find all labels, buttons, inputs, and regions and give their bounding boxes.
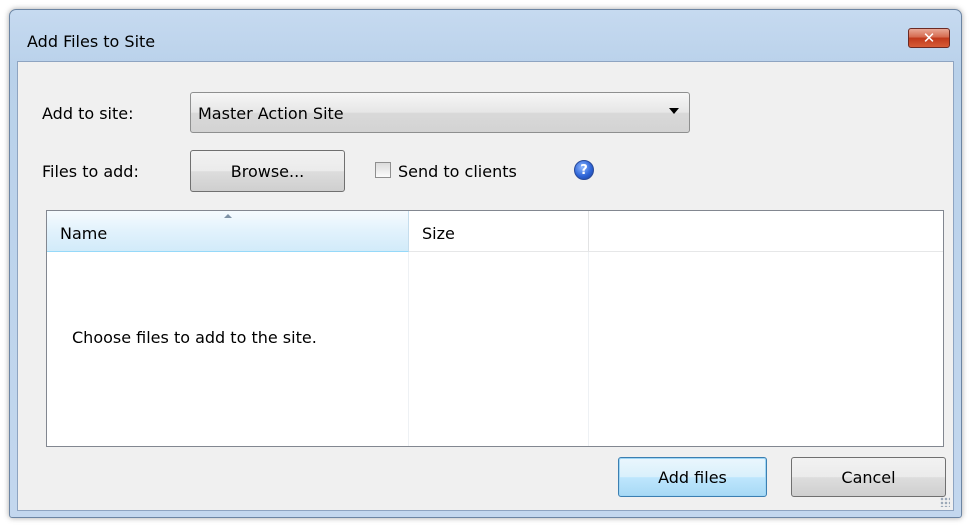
add-files-dialog: Add Files to Site ✕ Add to site: Master … <box>9 9 962 518</box>
send-to-clients-checkbox[interactable] <box>375 162 391 178</box>
close-button[interactable]: ✕ <box>908 28 950 48</box>
help-icon[interactable]: ? <box>574 160 594 180</box>
column-divider <box>408 252 409 446</box>
files-list[interactable]: Name Size Choose files to add to the sit… <box>46 210 944 447</box>
column-header-size-label: Size <box>422 224 455 243</box>
column-header-size[interactable]: Size <box>409 211 589 252</box>
add-to-site-label: Add to site: <box>42 104 134 123</box>
close-icon: ✕ <box>922 29 936 47</box>
column-divider <box>588 252 589 446</box>
empty-list-message: Choose files to add to the site. <box>72 328 317 347</box>
dialog-title: Add Files to Site <box>27 32 156 51</box>
cancel-button-label: Cancel <box>841 467 896 487</box>
site-select[interactable]: Master Action Site <box>190 92 690 133</box>
help-icon-glyph: ? <box>580 162 588 178</box>
column-header-name-label: Name <box>60 224 108 243</box>
browse-button[interactable]: Browse... <box>190 150 345 192</box>
chevron-down-icon <box>669 108 679 114</box>
sort-ascending-icon <box>224 214 232 218</box>
site-select-value: Master Action Site <box>198 104 344 123</box>
files-to-add-label: Files to add: <box>42 162 139 181</box>
cancel-button[interactable]: Cancel <box>791 457 946 497</box>
browse-button-label: Browse... <box>230 161 305 181</box>
add-files-button[interactable]: Add files <box>618 457 767 497</box>
column-header-filler <box>589 211 943 252</box>
send-to-clients-label[interactable]: Send to clients <box>398 162 517 181</box>
column-header-name[interactable]: Name <box>47 211 409 252</box>
dialog-body: Add to site: Master Action Site Files to… <box>17 61 954 511</box>
resize-grip-icon[interactable] <box>940 497 950 507</box>
add-files-button-label: Add files <box>658 467 727 487</box>
